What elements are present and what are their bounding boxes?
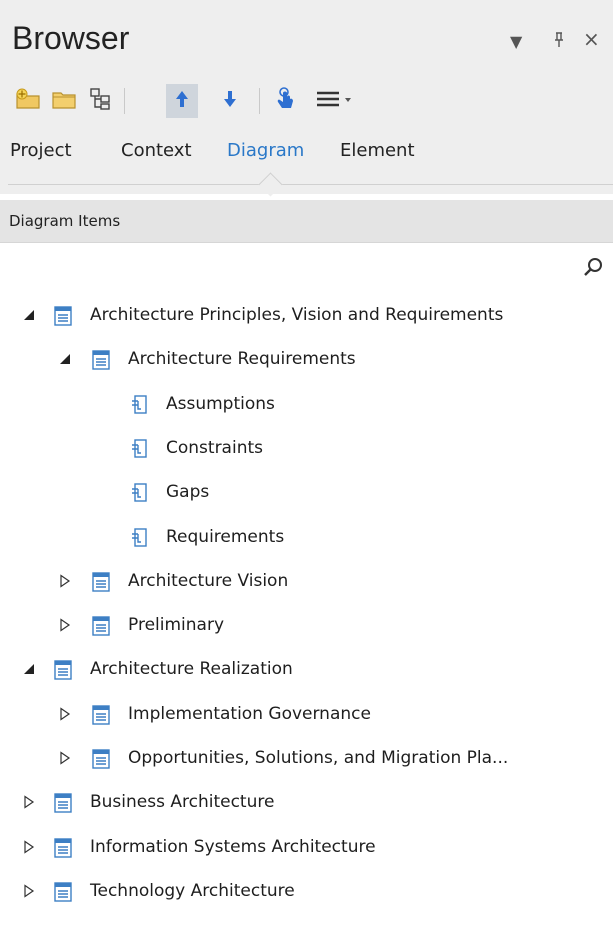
move-down-button[interactable] (214, 84, 246, 118)
tree-item[interactable]: Assumptions (0, 385, 613, 425)
tree-item[interactable]: Architecture Realization (0, 650, 613, 690)
new-root-folder-icon (15, 88, 41, 114)
active-tab-indicator (258, 172, 283, 197)
tree-item[interactable]: Gaps (0, 473, 613, 513)
package-icon (92, 749, 110, 769)
browser-panel: Browser ▼ × Project Context Diagram Elem… (0, 0, 613, 948)
package-icon (92, 704, 110, 725)
touch-icon (274, 86, 298, 116)
tree-item-label: Architecture Requirements (128, 349, 356, 370)
tree-item-label: Opportunities, Solutions, and Migration … (128, 748, 509, 768)
requirement-icon (130, 439, 148, 459)
package-icon (92, 616, 110, 636)
tree-item-label: Architecture Realization (90, 659, 293, 680)
tree-item-label: Implementation Governance (128, 703, 371, 724)
tree-item-label: Constraints (166, 437, 263, 458)
tree-item-label: Business Architecture (90, 792, 275, 813)
expanded-arrow-icon[interactable] (58, 352, 72, 366)
collapsed-arrow-icon[interactable] (22, 795, 36, 809)
tree-item[interactable]: Architecture Principles, Vision and Requ… (0, 296, 613, 336)
tree-item-label: Gaps (166, 482, 210, 503)
requirement-icon (130, 483, 148, 503)
close-icon[interactable]: × (583, 27, 600, 51)
new-root-folder-button[interactable] (12, 84, 44, 118)
tree-item[interactable]: Preliminary (0, 606, 613, 646)
tree-item-label: Assumptions (166, 393, 275, 414)
menu-icon (315, 89, 357, 113)
tree-item[interactable]: Architecture Vision (0, 562, 613, 602)
diagram-tree-button[interactable] (84, 84, 116, 118)
panel-title: Browser (12, 20, 130, 56)
package-icon (54, 793, 72, 813)
touch-button[interactable] (270, 84, 302, 118)
tree-item[interactable]: Implementation Governance (0, 695, 613, 735)
tree-item[interactable]: Architecture Requirements (0, 340, 613, 380)
browser-tabs: Project Context Diagram Element (0, 124, 613, 197)
move-down-icon (220, 88, 240, 114)
package-icon (54, 837, 72, 858)
collapsed-arrow-icon[interactable] (22, 884, 36, 898)
tree-item[interactable]: Business Architecture (0, 783, 613, 823)
tree-item-label: Architecture Vision (128, 570, 289, 591)
tree-item-label: Preliminary (128, 615, 224, 636)
requirement-icon (130, 394, 148, 415)
collapsed-arrow-icon[interactable] (58, 707, 72, 721)
tree-item-label: Technology Architecture (90, 880, 295, 901)
title-bar: Browser ▼ × (0, 0, 613, 80)
panel-menu-icon[interactable]: ▼ (510, 32, 522, 51)
tree-item[interactable]: Requirements (0, 518, 613, 558)
tree-item-label: Architecture Principles, Vision and Requ… (90, 305, 504, 325)
collapsed-arrow-icon[interactable] (22, 839, 36, 854)
folder-icon (51, 88, 77, 114)
move-up-icon (172, 88, 192, 114)
pin-icon[interactable] (553, 32, 565, 52)
tab-project[interactable]: Project (10, 140, 72, 161)
tab-underline (8, 184, 613, 185)
tab-element[interactable]: Element (340, 140, 415, 161)
diagram-tree-icon (88, 87, 112, 115)
toolbar (0, 80, 613, 124)
tree-item-label: Information Systems Architecture (90, 836, 376, 857)
expanded-arrow-icon[interactable] (22, 308, 36, 322)
options-menu-button[interactable] (312, 84, 360, 118)
tree-item-label: Requirements (166, 526, 285, 547)
tab-diagram[interactable]: Diagram (227, 140, 304, 161)
tab-context[interactable]: Context (121, 140, 192, 161)
requirement-icon (130, 527, 148, 548)
collapsed-arrow-icon[interactable] (58, 574, 72, 588)
collapsed-arrow-icon[interactable] (58, 751, 72, 765)
collapsed-arrow-icon[interactable] (58, 618, 72, 632)
search-icon[interactable] (583, 256, 605, 278)
package-icon (92, 572, 110, 592)
tree-item[interactable]: Opportunities, Solutions, and Migration … (0, 739, 613, 779)
package-icon (54, 660, 72, 681)
move-up-button[interactable] (166, 84, 198, 118)
tree-item[interactable]: Constraints (0, 429, 613, 469)
package-icon (92, 350, 110, 370)
tree-item[interactable]: Technology Architecture (0, 872, 613, 912)
tree-item[interactable]: Information Systems Architecture (0, 828, 613, 868)
package-icon (54, 882, 72, 902)
expanded-arrow-icon[interactable] (22, 662, 36, 676)
diagram-items-header: Diagram Items (0, 200, 613, 243)
package-icon (54, 306, 72, 326)
section-label: Diagram Items (9, 212, 121, 230)
new-folder-button[interactable] (48, 84, 80, 118)
